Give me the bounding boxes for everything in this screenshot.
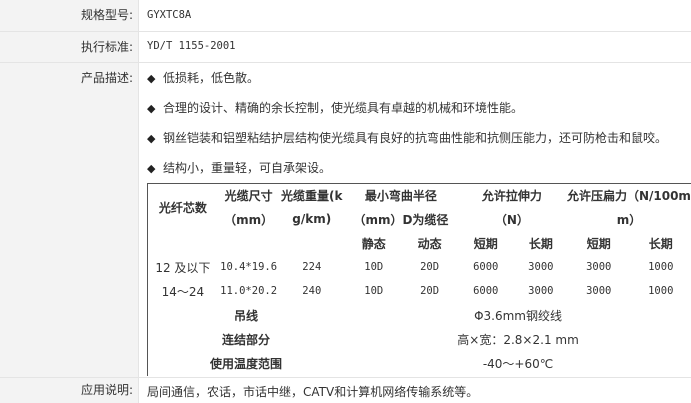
table-cell: 240: [302, 285, 322, 297]
diamond-bullet-icon: ◆: [147, 132, 156, 145]
table-cell: 14～24: [161, 284, 205, 299]
application-label: 应用说明:: [0, 378, 139, 403]
connection-label: 连结部分: [222, 332, 271, 347]
feature-bullet: ◆ 钢丝铠装和铝塑粘结护层结构使光缆具有良好的抗弯曲性能和抗侧压能力，还可防枪击和…: [147, 129, 667, 146]
header-short-term: 短期: [586, 236, 611, 251]
standard-label: 执行标准:: [0, 32, 139, 62]
table-cell: 3000: [586, 261, 612, 273]
table-row: 连结部分 高×宽：2.8×2.1 mm: [147, 327, 691, 351]
header-tensile-unit: （N）: [494, 212, 529, 227]
feature-bullet: ◆ 合理的设计、精确的余长控制，使光缆具有卓越的机械和环境性能。: [147, 99, 523, 116]
connection-value: 高×宽：2.8×2.1 mm: [457, 332, 579, 347]
model-label: 规格型号:: [0, 0, 139, 31]
header-static: 静态: [361, 236, 386, 251]
header-weight-unit: g/km): [292, 212, 332, 226]
spec-row-model: 规格型号: GYXTC8A: [0, 0, 691, 32]
header-min-bend-radius: 最小弯曲半径: [364, 188, 437, 203]
header-long-term: 长期: [648, 236, 673, 251]
header-size: 光缆尺寸: [224, 188, 273, 203]
header-tensile: 允许拉伸力: [481, 188, 542, 203]
spec-row-standard: 执行标准: YD/T 1155-2001: [0, 32, 691, 63]
table-cell: 10D: [364, 285, 384, 297]
spec-row-application: 应用说明: 局间通信，农话，市话中继，CATV和计算机网络传输系统等。: [0, 378, 691, 403]
table-cell: 3000: [586, 285, 612, 297]
table-cell: 12 及以下: [155, 260, 211, 275]
feature-text: 合理的设计、精确的余长控制，使光缆具有卓越的机械和环境性能。: [163, 101, 524, 115]
table-cell: 3000: [528, 261, 554, 273]
table-row: 使用温度范围 -40～+60℃: [147, 351, 691, 375]
table-row: 14～24 11.0*20.2 240 10D 20D 6000 3000 30…: [147, 279, 691, 303]
table-cell: 1000: [648, 285, 674, 297]
header-crush-unit: m）: [616, 212, 642, 227]
diamond-bullet-icon: ◆: [147, 102, 156, 115]
table-row: 吊线 Φ3.6mm钢绞线: [147, 303, 691, 327]
header-weight: 光缆重量(k: [281, 188, 343, 203]
spec-table: 光纤芯数 光缆尺寸 光缆重量(k 最小弯曲半径 允许拉伸力 允许压扁力（N/10…: [147, 183, 691, 375]
header-dynamic: 动态: [417, 236, 442, 251]
header-short-term: 短期: [473, 236, 498, 251]
table-cell: 10.4*19.6: [220, 261, 278, 273]
header-crush: 允许压扁力（N/100m: [566, 188, 691, 203]
feature-bullet: ◆ 结构小，重量轻，可自承架设。: [147, 159, 331, 176]
diamond-bullet-icon: ◆: [147, 72, 156, 85]
feature-text: 钢丝铠装和铝塑粘结护层结构使光缆具有良好的抗弯曲性能和抗侧压能力，还可防枪击和鼠…: [163, 131, 668, 145]
table-cell: 10D: [364, 261, 384, 273]
description-label: 产品描述:: [0, 63, 139, 377]
table-cell: 20D: [420, 261, 440, 273]
header-long-term: 长期: [528, 236, 553, 251]
temperature-range-label: 使用温度范围: [210, 356, 283, 371]
feature-text: 低损耗，低色散。: [163, 71, 260, 85]
feature-text: 结构小，重量轻，可自承架设。: [163, 161, 332, 175]
table-cell: 11.0*20.2: [220, 285, 278, 297]
table-cell: 224: [302, 261, 322, 273]
header-size-unit: （mm）: [224, 212, 274, 227]
messenger-wire-label: 吊线: [234, 308, 259, 323]
header-bend-unit: （mm）D为缆径: [353, 212, 449, 227]
table-cell: 6000: [473, 285, 499, 297]
header-fiber-count: 光纤芯数: [158, 200, 207, 215]
application-value: 局间通信，农话，市话中继，CATV和计算机网络传输系统等。: [147, 385, 479, 399]
table-cell: 20D: [420, 285, 440, 297]
table-cell: 3000: [528, 285, 554, 297]
table-cell: 1000: [648, 261, 674, 273]
temperature-range-value: -40～+60℃: [482, 356, 554, 371]
table-cell: 6000: [473, 261, 499, 273]
model-value: GYXTC8A: [147, 9, 192, 21]
diamond-bullet-icon: ◆: [147, 162, 156, 175]
messenger-wire-value: Φ3.6mm钢绞线: [474, 308, 562, 323]
feature-bullet: ◆ 低损耗，低色散。: [147, 69, 259, 86]
table-row: 12 及以下 10.4*19.6 224 10D 20D 6000 3000 3…: [147, 255, 691, 279]
standard-value: YD/T 1155-2001: [147, 40, 236, 52]
